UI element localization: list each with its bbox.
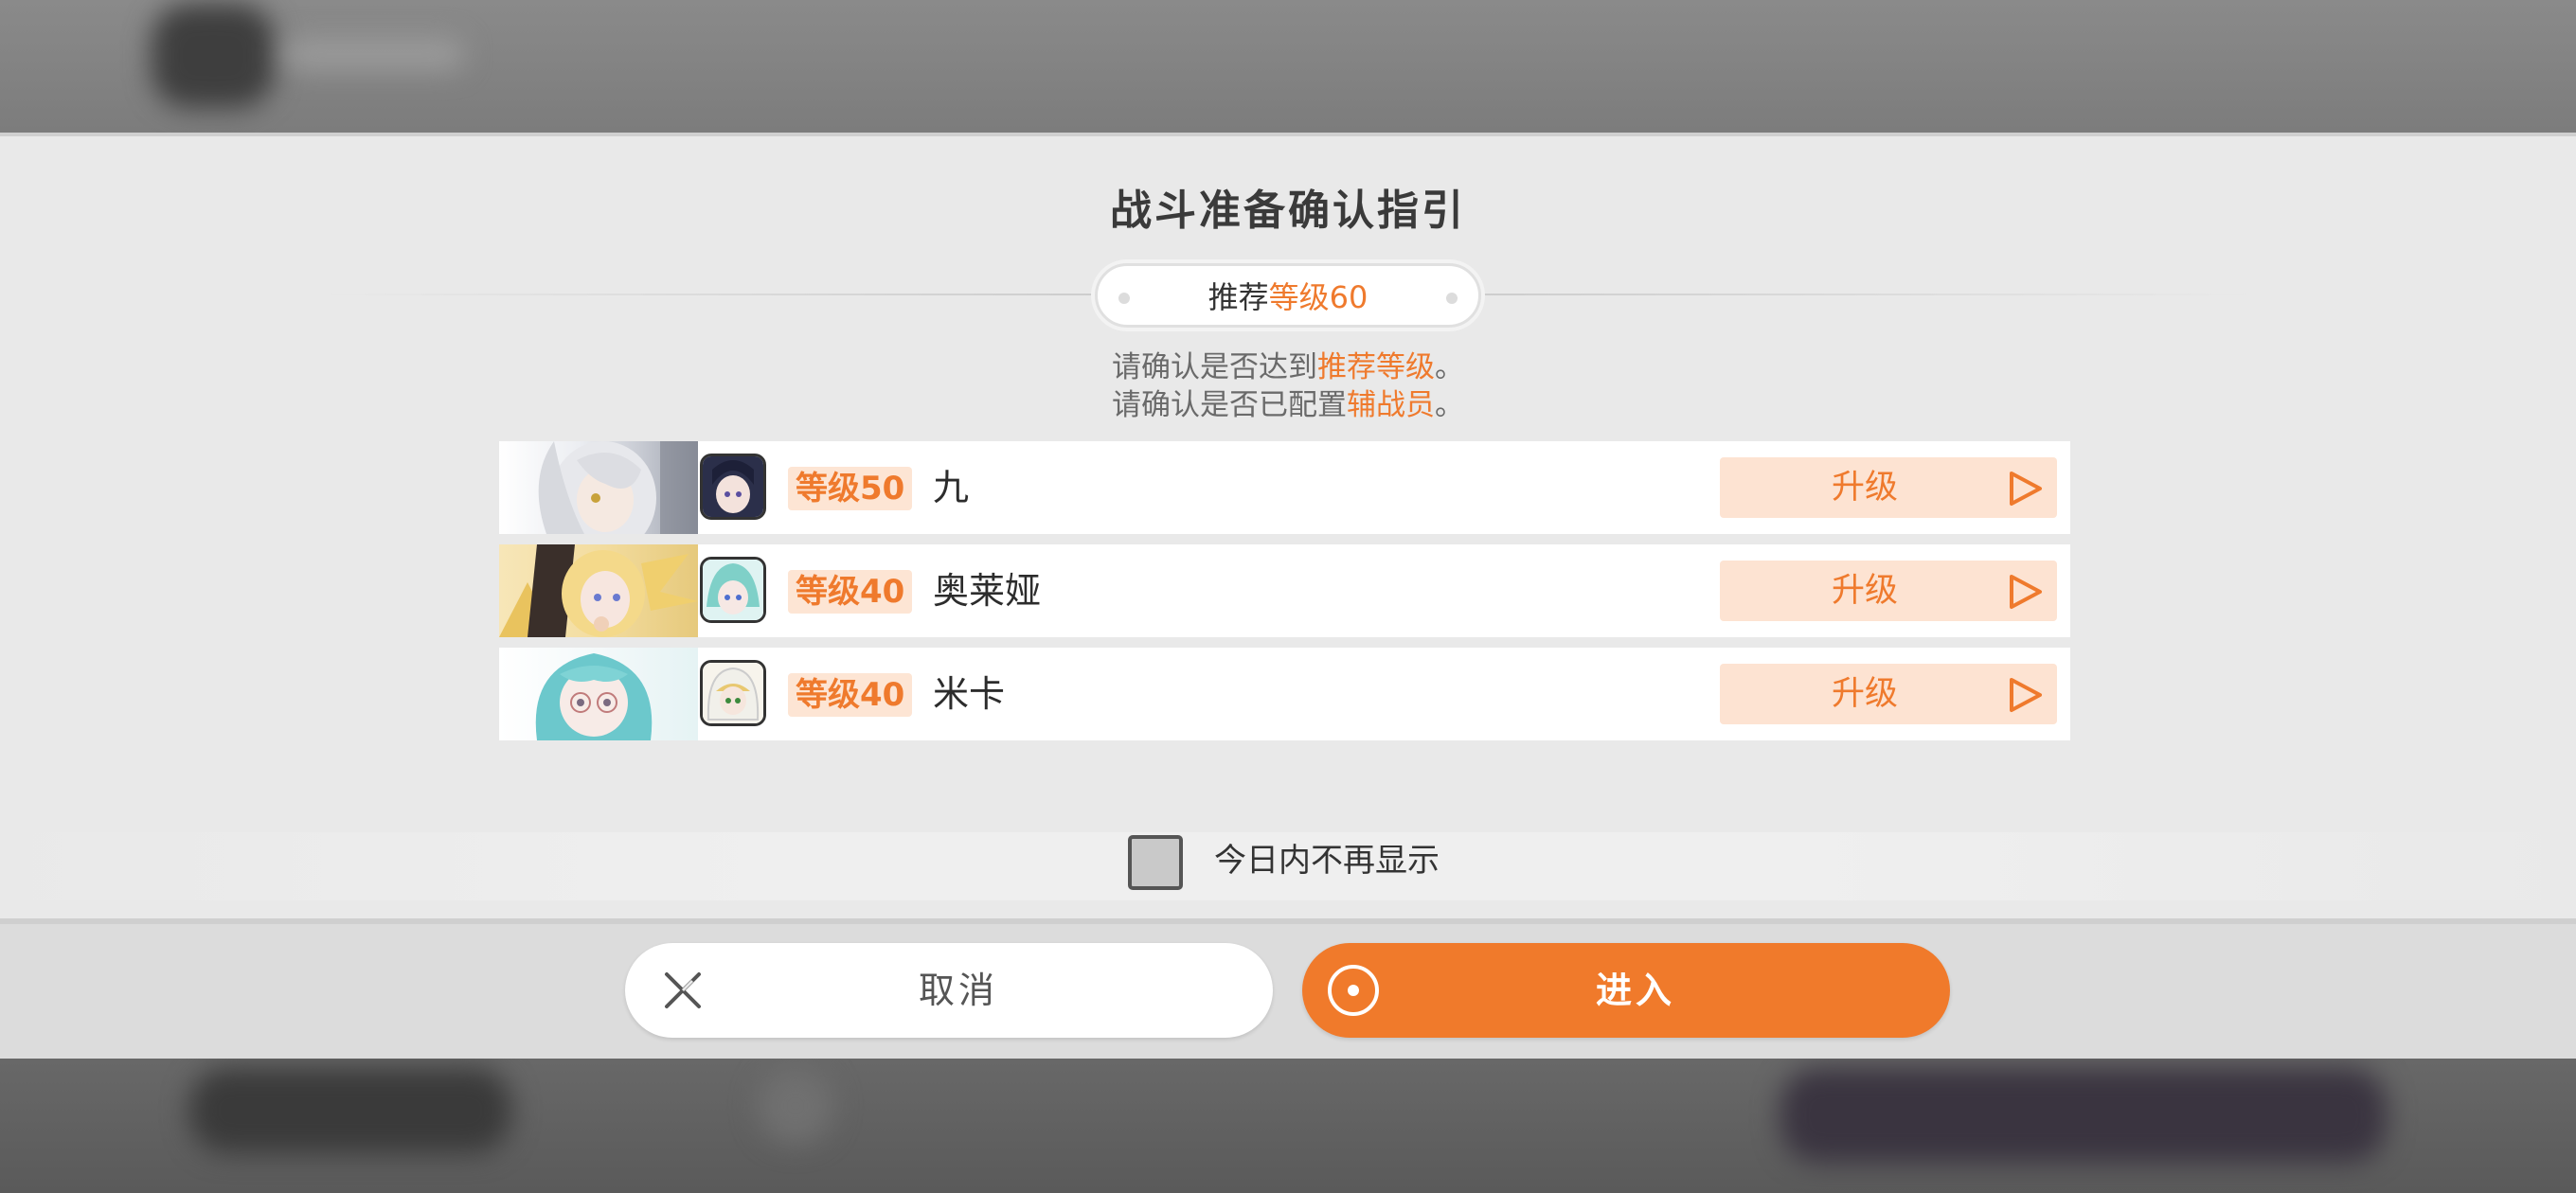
upgrade-label: 升级 xyxy=(1831,469,1898,507)
cancel-button[interactable]: 取消 xyxy=(625,943,1273,1038)
character-level-tag: 等级40 xyxy=(788,673,913,717)
bottom-action-bar xyxy=(0,918,2576,1059)
portrait-art xyxy=(535,653,653,740)
battle-prep-dialog: 战斗准备确认指引 推荐 等级60 请确认是否达到推荐等级。 请确认是否已配置辅战… xyxy=(0,133,2576,918)
character-name: 奥莱娅 xyxy=(933,570,1042,612)
play-arrow-icon xyxy=(2010,472,2042,506)
play-arrow-icon xyxy=(2010,575,2042,609)
background-bottom xyxy=(0,1059,2576,1193)
blurred-button-right xyxy=(1780,1068,2387,1163)
upgrade-button[interactable]: 升级 xyxy=(1720,457,2057,518)
recommend-prefix: 推荐 xyxy=(1208,279,1269,315)
enter-label: 进入 xyxy=(1595,970,1675,1011)
upgrade-label: 升级 xyxy=(1831,572,1898,610)
recommended-level-pill: 推荐 等级60 xyxy=(1095,263,1481,328)
dont-show-label: 今日内不再显示 xyxy=(1214,842,1440,880)
notice-line-1: 请确认是否达到推荐等级。 xyxy=(1112,350,1464,384)
dialog-title: 战斗准备确认指引 xyxy=(1110,187,1466,235)
dont-show-checkbox[interactable] xyxy=(1128,835,1183,890)
character-name: 九 xyxy=(933,467,970,508)
support-avatar xyxy=(700,454,766,520)
enter-button[interactable]: 进入 xyxy=(1302,943,1950,1038)
portrait-art xyxy=(499,544,698,637)
character-name: 米卡 xyxy=(933,673,1006,715)
support-avatar xyxy=(700,660,766,726)
character-row: 等级40 奥莱娅 升级 xyxy=(499,544,2070,637)
recommend-level: 等级60 xyxy=(1268,279,1368,315)
character-level-tag: 等级50 xyxy=(788,467,913,510)
notice-highlight-support: 辅战员 xyxy=(1347,388,1435,422)
blurred-label xyxy=(284,38,464,70)
character-level-tag: 等级40 xyxy=(788,570,913,614)
notice-highlight-level: 推荐等级 xyxy=(1317,350,1435,384)
upgrade-label: 升级 xyxy=(1831,675,1898,713)
upgrade-button[interactable]: 升级 xyxy=(1720,664,2057,724)
divider-right xyxy=(1481,294,2254,295)
divider-left xyxy=(322,294,1095,295)
character-row: 等级50 九 升级 xyxy=(499,441,2070,534)
portrait-art xyxy=(538,441,698,534)
pill-dot-left xyxy=(1118,293,1130,304)
pill-dot-right xyxy=(1446,293,1458,304)
cancel-label: 取消 xyxy=(918,970,998,1011)
blurred-icon xyxy=(758,1068,833,1144)
support-avatar xyxy=(700,557,766,623)
character-row: 等级40 米卡 升级 xyxy=(499,648,2070,740)
blurred-button-left xyxy=(189,1068,511,1153)
character-portrait xyxy=(499,544,698,637)
character-portrait xyxy=(499,648,698,740)
play-arrow-icon xyxy=(2010,678,2042,712)
upgrade-button[interactable]: 升级 xyxy=(1720,561,2057,621)
character-portrait xyxy=(499,441,698,534)
notice-line-2: 请确认是否已配置辅战员。 xyxy=(1112,388,1464,422)
blurred-avatar xyxy=(152,4,275,108)
background-top xyxy=(0,0,2576,133)
